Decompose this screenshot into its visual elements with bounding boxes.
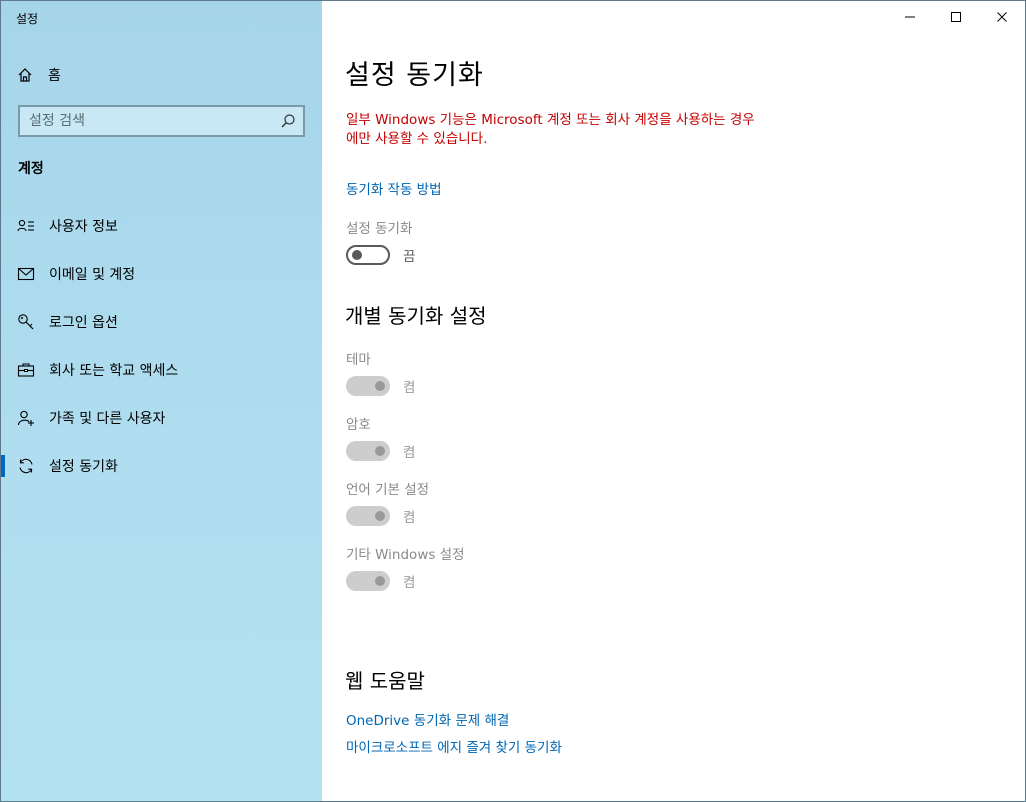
section-label-accounts: 계정 xyxy=(18,161,44,177)
theme-toggle-row: 켬 xyxy=(346,376,415,396)
minimize-icon xyxy=(905,16,915,18)
sync-icon xyxy=(17,457,35,475)
window-title: 설정 xyxy=(16,12,39,26)
person-add-icon xyxy=(17,409,35,427)
language-preferences-state: 켬 xyxy=(403,510,416,526)
warning-line-1: 일부 Windows 기능은 Microsoft 계정 또는 회사 계정을 사용… xyxy=(346,112,755,128)
minimize-button[interactable] xyxy=(887,1,933,33)
individual-sync-title: 개별 동기화 설정 xyxy=(345,304,487,328)
sidebar-item-label: 사용자 정보 xyxy=(49,219,118,235)
sidebar-item-work-school-access[interactable]: 회사 또는 학교 액세스 xyxy=(1,346,322,394)
toggle-knob xyxy=(375,576,385,586)
warning-line-2: 에만 사용할 수 있습니다. xyxy=(346,131,488,147)
window-controls xyxy=(887,1,1025,33)
sync-settings-state: 끔 xyxy=(403,249,416,265)
theme-label: 테마 xyxy=(346,352,371,368)
toggle-knob xyxy=(375,381,385,391)
passwords-toggle[interactable] xyxy=(346,441,390,461)
sync-settings-toggle[interactable] xyxy=(346,245,390,265)
theme-state: 켬 xyxy=(403,380,416,396)
toggle-knob xyxy=(375,446,385,456)
close-button[interactable] xyxy=(979,1,1025,33)
onedrive-sync-troubleshoot-link[interactable]: OneDrive 동기화 문제 해결 xyxy=(346,709,509,729)
close-icon xyxy=(997,12,1007,22)
search-icon[interactable] xyxy=(279,112,297,130)
main-content: 설정 동기화 일부 Windows 기능은 Microsoft 계정 또는 회사… xyxy=(322,1,1025,801)
search-input[interactable] xyxy=(20,112,279,130)
language-preferences-toggle-row: 켬 xyxy=(346,506,415,526)
search-box[interactable] xyxy=(18,105,305,137)
mail-icon xyxy=(17,265,35,283)
other-windows-settings-state: 켬 xyxy=(403,575,416,591)
sidebar-item-label: 이메일 및 계정 xyxy=(49,267,136,283)
toggle-knob xyxy=(352,250,362,260)
language-preferences-toggle[interactable] xyxy=(346,506,390,526)
passwords-toggle-row: 켬 xyxy=(346,441,415,461)
account-warning: 일부 Windows 기능은 Microsoft 계정 또는 회사 계정을 사용… xyxy=(346,111,806,149)
language-preferences-label: 언어 기본 설정 xyxy=(346,482,430,498)
sidebar-item-sign-in-options[interactable]: 로그인 옵션 xyxy=(1,298,322,346)
web-help-title: 웹 도움말 xyxy=(345,669,425,693)
sidebar-nav: 사용자 정보 이메일 및 계정 로그인 옵션 회사 또는 학교 액세스 가족 및… xyxy=(1,202,322,490)
how-sync-works-link[interactable]: 동기화 작동 방법 xyxy=(346,178,442,198)
sidebar-item-user-info[interactable]: 사용자 정보 xyxy=(1,202,322,250)
toggle-knob xyxy=(375,511,385,521)
sidebar-item-sync-settings[interactable]: 설정 동기화 xyxy=(1,442,322,490)
sidebar-item-label: 설정 동기화 xyxy=(49,459,118,475)
user-info-icon xyxy=(17,217,35,235)
other-windows-settings-label: 기타 Windows 설정 xyxy=(346,547,465,563)
edge-favorites-sync-link[interactable]: 마이크로소프트 에지 즐겨 찾기 동기화 xyxy=(346,736,562,756)
sidebar-item-label: 회사 또는 학교 액세스 xyxy=(49,363,179,379)
home-icon xyxy=(17,67,33,83)
sidebar: 설정 홈 계정 사용자 정보 xyxy=(1,1,322,801)
other-windows-settings-toggle[interactable] xyxy=(346,571,390,591)
sidebar-item-family-other-users[interactable]: 가족 및 다른 사용자 xyxy=(1,394,322,442)
sidebar-item-label: 가족 및 다른 사용자 xyxy=(49,411,166,427)
maximize-button[interactable] xyxy=(933,1,979,33)
sidebar-item-email-accounts[interactable]: 이메일 및 계정 xyxy=(1,250,322,298)
briefcase-icon xyxy=(17,361,35,379)
settings-window: 설정 홈 계정 사용자 정보 xyxy=(0,0,1026,802)
page-title: 설정 동기화 xyxy=(345,60,484,91)
passwords-state: 켬 xyxy=(403,445,416,461)
sidebar-item-label: 로그인 옵션 xyxy=(49,315,118,331)
home-label: 홈 xyxy=(48,68,61,84)
home-nav-item[interactable]: 홈 xyxy=(17,63,61,87)
theme-toggle[interactable] xyxy=(346,376,390,396)
sync-settings-toggle-row: 끔 xyxy=(346,245,415,265)
other-windows-settings-toggle-row: 켬 xyxy=(346,571,415,591)
passwords-label: 암호 xyxy=(346,417,371,433)
maximize-icon xyxy=(951,12,961,22)
key-icon xyxy=(17,313,35,331)
sync-settings-label: 설정 동기화 xyxy=(346,221,413,237)
